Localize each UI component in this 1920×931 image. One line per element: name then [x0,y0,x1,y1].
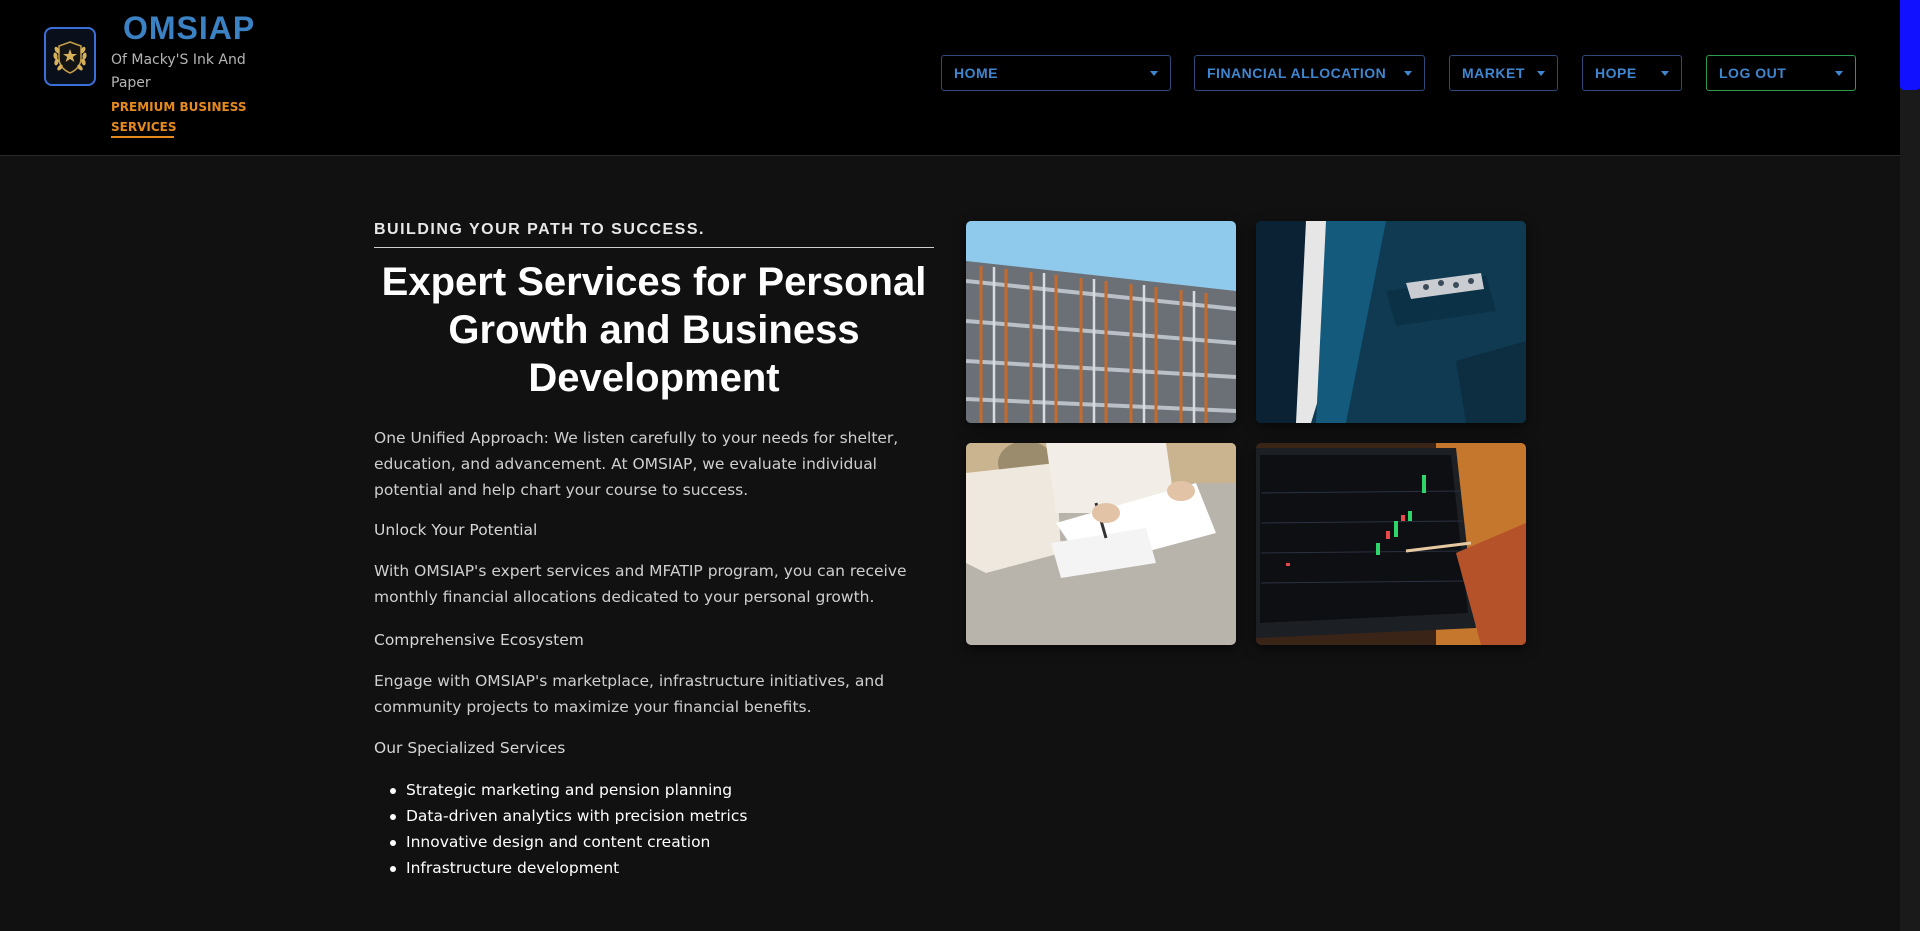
caret-down-icon [1404,71,1412,76]
services-heading: Our Specialized Services [374,739,566,757]
trading-tablet-image [1256,443,1526,645]
brand-name[interactable]: OMSIAP [123,10,255,47]
potential-paragraph: With OMSIAP's expert services and MFATIP… [374,562,907,606]
nav-hope-dropdown[interactable]: HOPE [1582,55,1682,91]
caret-down-icon [1537,71,1545,76]
scrollbar-thumb[interactable] [1900,0,1920,90]
brand-tagline: PREMIUM BUSINESS SERVICES [111,100,247,134]
nav-market-label: MARKET [1462,65,1525,81]
brand-subtitle: Of Macky'S Ink And Paper [111,52,246,91]
page-title: Expert Services for Personal Growth and … [381,260,927,400]
laurel-shield-icon [53,40,87,74]
nav-financial-allocation-label: FINANCIAL ALLOCATION [1207,65,1387,81]
caret-down-icon [1150,71,1158,76]
list-item: Data-driven analytics with precision met… [389,803,747,829]
services-list: Strategic marketing and pension planning… [389,777,747,881]
nav-home-label: HOME [954,65,998,81]
tagline-underline [111,136,174,138]
suit-jacket-image [1256,221,1526,423]
nav-logout-label: LOG OUT [1719,65,1787,81]
nav-logout-dropdown[interactable]: LOG OUT [1706,55,1856,91]
eyebrow-divider [374,247,934,248]
list-item: Innovative design and content creation [389,829,747,855]
nav-financial-allocation-dropdown[interactable]: FINANCIAL ALLOCATION [1194,55,1425,91]
list-item: Strategic marketing and pension planning [389,777,747,803]
site-header: OMSIAP Of Macky'S Ink And Paper PREMIUM … [0,0,1900,156]
nav-market-dropdown[interactable]: MARKET [1449,55,1558,91]
signing-documents-image [966,443,1236,645]
caret-down-icon [1661,71,1669,76]
page-scrollbar[interactable] [1900,0,1920,931]
logo[interactable] [44,27,96,86]
construction-image [966,221,1236,423]
caret-down-icon [1835,71,1843,76]
nav-hope-label: HOPE [1595,65,1637,81]
nav-home-dropdown[interactable]: HOME [941,55,1171,91]
intro-paragraph: One Unified Approach: We listen carefull… [374,429,899,499]
list-item: Infrastructure development [389,855,747,881]
ecosystem-paragraph: Engage with OMSIAP's marketplace, infras… [374,672,885,716]
eyebrow-heading: BUILDING YOUR PATH TO SUCCESS. [374,221,705,238]
ecosystem-heading: Comprehensive Ecosystem [374,631,584,649]
potential-heading: Unlock Your Potential [374,521,538,539]
